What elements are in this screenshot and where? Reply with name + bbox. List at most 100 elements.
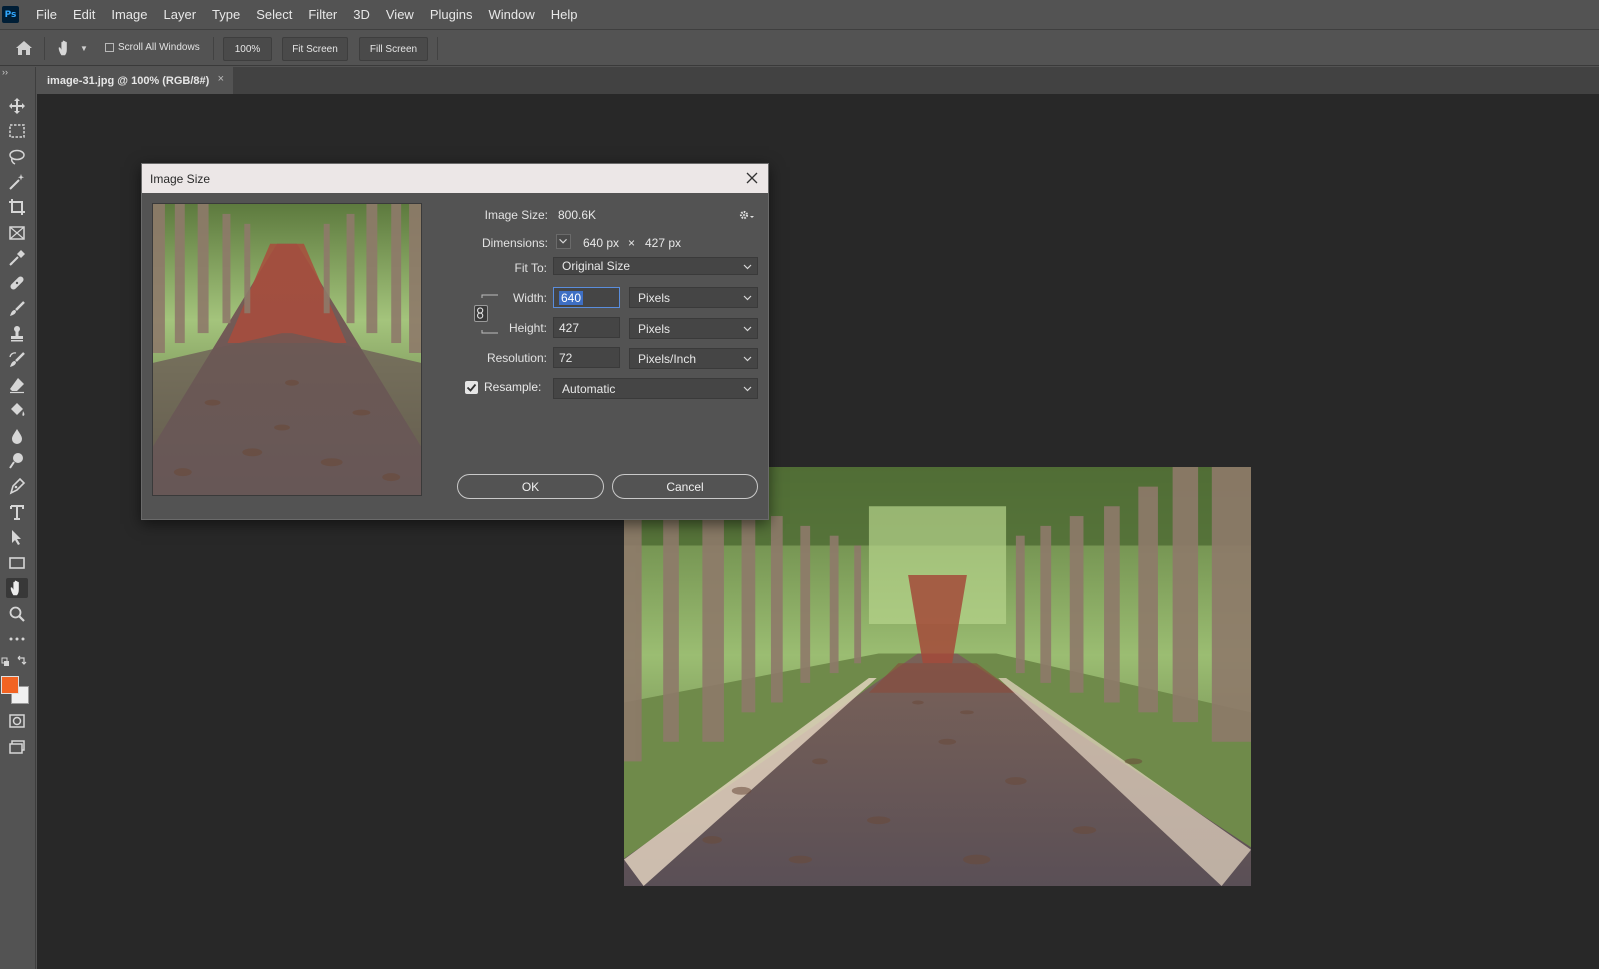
menu-image[interactable]: Image	[103, 0, 155, 30]
resample-value: Automatic	[562, 381, 616, 396]
more-tools-icon[interactable]	[6, 629, 28, 649]
width-unit-select[interactable]: Pixels	[629, 287, 758, 308]
scroll-all-windows-label: Scroll All Windows	[118, 42, 200, 53]
height-unit-select[interactable]: Pixels	[629, 318, 758, 339]
cancel-button[interactable]: Cancel	[612, 474, 758, 499]
eraser-icon[interactable]	[6, 375, 28, 395]
menu-bar: Ps File Edit Image Layer Type Select Fil…	[0, 0, 1599, 30]
menu-help[interactable]: Help	[543, 0, 586, 30]
image-size-label: Image Size:	[484, 208, 548, 222]
screen-mode-icon[interactable]	[6, 737, 28, 757]
ok-button[interactable]: OK	[457, 474, 604, 499]
brush-icon[interactable]	[6, 299, 28, 319]
menu-3d[interactable]: 3D	[345, 0, 378, 30]
fit-to-select[interactable]: Original Size	[553, 257, 758, 275]
swap-colors-icon[interactable]	[0, 655, 30, 669]
collapse-panel-icon[interactable]: ››	[2, 67, 8, 77]
gear-icon[interactable]	[738, 208, 756, 222]
fit-to-label: Fit To:	[514, 261, 547, 275]
dialog-title: Image Size	[150, 171, 211, 186]
spot-healing-brush-icon[interactable]	[6, 273, 28, 293]
menu-window[interactable]: Window	[480, 0, 542, 30]
menu-edit[interactable]: Edit	[65, 0, 103, 30]
menu-type[interactable]: Type	[204, 0, 248, 30]
fit-to-value: Original Size	[562, 259, 631, 273]
resolution-unit-value: Pixels/Inch	[638, 351, 697, 366]
magic-wand-icon[interactable]	[6, 172, 28, 192]
checkmark-icon	[466, 383, 477, 392]
path-selection-icon[interactable]	[6, 527, 28, 547]
resample-label: Resample:	[484, 380, 542, 394]
document-tabs: image-31.jpg @ 100% (RGB/8#) ×	[37, 67, 1599, 94]
menu-plugins[interactable]: Plugins	[422, 0, 481, 30]
width-value: 640	[559, 290, 584, 305]
divider	[437, 37, 438, 60]
dimensions-height: 427 px	[645, 236, 682, 250]
dimensions-times: ×	[628, 236, 636, 250]
move-tool-icon[interactable]	[6, 96, 28, 116]
width-unit-value: Pixels	[638, 290, 671, 305]
height-input[interactable]: 427	[553, 317, 620, 338]
link-icon[interactable]	[474, 305, 488, 322]
document-tab-title: image-31.jpg @ 100% (RGB/8#)	[47, 74, 210, 87]
chevron-down-icon	[743, 264, 752, 270]
fill-screen-button[interactable]: Fill Screen	[359, 37, 428, 61]
lasso-icon[interactable]	[6, 147, 28, 167]
chevron-down-icon	[743, 326, 752, 332]
hand-tool-preset-icon[interactable]	[55, 39, 75, 57]
dimensions-width: 640 px	[583, 236, 620, 250]
paint-bucket-icon[interactable]	[6, 400, 28, 420]
menu-file[interactable]: File	[28, 0, 65, 30]
photoshop-logo: Ps	[2, 6, 19, 23]
scroll-all-windows-checkbox[interactable]	[105, 43, 114, 52]
resolution-unit-select[interactable]: Pixels/Inch	[629, 348, 758, 369]
resample-checkbox[interactable]	[465, 381, 478, 394]
rectangle-shape-icon[interactable]	[6, 553, 28, 573]
divider	[44, 37, 45, 60]
height-label: Height:	[508, 321, 547, 335]
frame-icon[interactable]	[6, 223, 28, 243]
pen-icon[interactable]	[6, 476, 28, 496]
menu-layer[interactable]: Layer	[156, 0, 205, 30]
menu-select[interactable]: Select	[248, 0, 300, 30]
resample-select[interactable]: Automatic	[553, 378, 758, 399]
resolution-value: 72	[559, 350, 573, 365]
width-input[interactable]: 640	[553, 287, 620, 308]
quick-mask-icon[interactable]	[6, 711, 28, 731]
height-value: 427	[559, 320, 580, 335]
zoom-100-button[interactable]: 100%	[223, 37, 272, 61]
zoom-icon[interactable]	[6, 604, 28, 624]
history-brush-icon[interactable]	[6, 350, 28, 370]
menu-view[interactable]: View	[378, 0, 422, 30]
rectangular-marquee-icon[interactable]	[6, 121, 28, 141]
dodge-icon[interactable]	[6, 451, 28, 471]
chevron-down-icon	[743, 356, 752, 362]
resolution-input[interactable]: 72	[553, 347, 620, 368]
clone-stamp-icon[interactable]	[6, 324, 28, 344]
fit-screen-button[interactable]: Fit Screen	[282, 37, 348, 61]
close-tab-icon[interactable]: ×	[218, 73, 224, 85]
height-unit-value: Pixels	[638, 321, 671, 336]
image-preview[interactable]	[152, 203, 422, 496]
hand-icon[interactable]	[6, 578, 28, 598]
chevron-down-icon[interactable]: ▼	[80, 44, 88, 53]
eyedropper-icon[interactable]	[6, 248, 28, 268]
divider	[213, 37, 214, 60]
blur-icon[interactable]	[6, 426, 28, 446]
menu-filter[interactable]: Filter	[300, 0, 345, 30]
dialog-titlebar: Image Size	[142, 164, 768, 193]
document-tab[interactable]: image-31.jpg @ 100% (RGB/8#) ×	[37, 67, 233, 94]
type-icon[interactable]	[6, 502, 28, 522]
options-bar: ▼ Scroll All Windows 100% Fit Screen Fil…	[0, 31, 1599, 66]
resolution-label: Resolution:	[486, 351, 547, 365]
tools-panel: ››	[0, 67, 36, 969]
home-icon[interactable]	[14, 39, 34, 57]
dimensions-dropdown[interactable]	[556, 234, 571, 249]
foreground-color-swatch[interactable]	[1, 676, 19, 694]
dimensions-label: Dimensions:	[481, 236, 548, 250]
close-icon[interactable]	[744, 170, 760, 186]
document-image[interactable]	[624, 467, 1251, 886]
width-label: Width:	[512, 291, 547, 305]
chevron-down-icon	[743, 295, 752, 301]
crop-icon[interactable]	[6, 197, 28, 217]
